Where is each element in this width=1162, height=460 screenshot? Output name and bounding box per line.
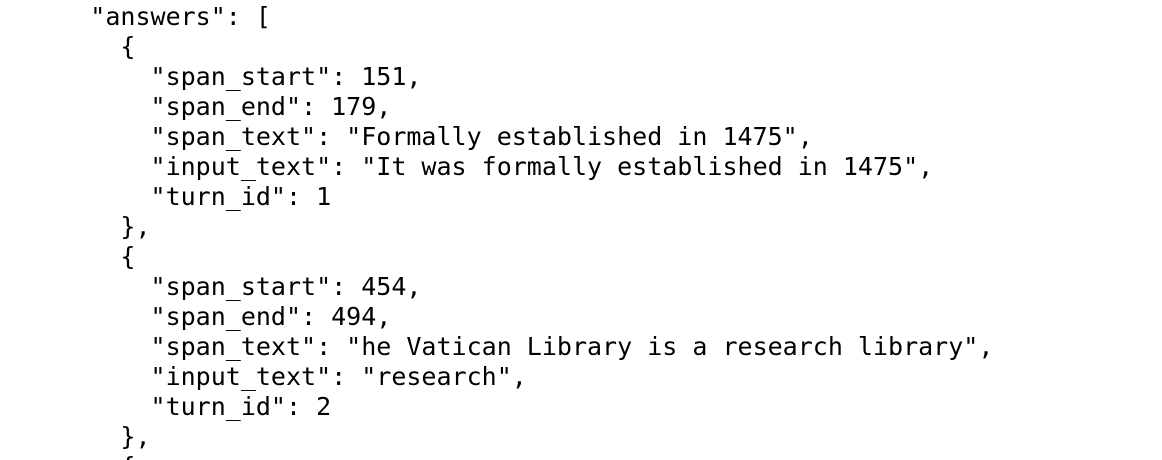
code-line-turn-id: "turn_id": 1 bbox=[0, 182, 332, 211]
code-line-span-start: "span_start": 454, bbox=[0, 272, 422, 301]
code-line-turn-id: "turn_id": 2 bbox=[0, 392, 332, 421]
code-line-input-text: "input_text": "It was formally establish… bbox=[0, 152, 934, 181]
code-line-answers-key: "answers": [ bbox=[0, 2, 271, 31]
code-line-span-start: "span_start": 151, bbox=[0, 62, 422, 91]
code-line-span-end: "span_end": 179, bbox=[0, 92, 392, 121]
code-line-open-brace-partial: { bbox=[0, 452, 135, 460]
code-line-span-text: "span_text": "he Vatican Library is a re… bbox=[0, 332, 994, 361]
code-line-span-text: "span_text": "Formally established in 14… bbox=[0, 122, 813, 151]
code-line-open-brace: { bbox=[0, 32, 136, 61]
code-line-span-end: "span_end": 494, bbox=[0, 302, 392, 331]
code-line-input-text: "input_text": "research", bbox=[0, 362, 527, 391]
code-line-open-brace: { bbox=[0, 242, 136, 271]
code-line-close-brace: }, bbox=[0, 212, 151, 241]
json-code-view: "answers": [ { "span_start": 151, "span_… bbox=[0, 0, 1162, 460]
code-line-close-brace: }, bbox=[0, 422, 151, 451]
